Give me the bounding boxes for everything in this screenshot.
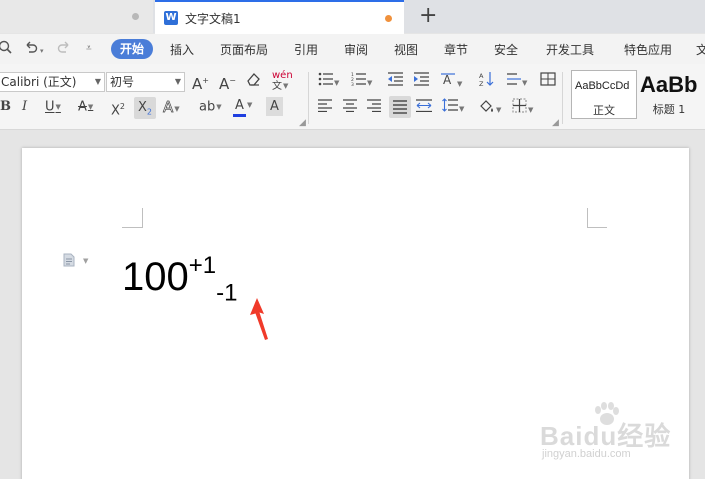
font-size-value: 初号 — [110, 75, 135, 89]
font-color-icon[interactable]: A ▼ — [233, 96, 252, 117]
style-heading-1[interactable]: AaBb 标题 1 — [639, 70, 705, 119]
menu-review[interactable]: 审阅 — [344, 41, 368, 58]
svg-text:3: 3 — [351, 82, 354, 86]
font-size-dropdown-icon: ▼ — [174, 77, 181, 86]
menu-developer[interactable]: 开发工具 — [546, 41, 594, 58]
tab-document[interactable]: W 文字文稿1 — [155, 0, 404, 34]
line-spacing-icon[interactable]: ▼ — [442, 98, 464, 118]
superscript-icon[interactable]: X2 — [111, 98, 125, 120]
menu-security[interactable]: 安全 — [494, 41, 518, 58]
menu-view[interactable]: 视图 — [394, 41, 418, 58]
paragraph-dialog-launcher-icon[interactable]: ◢ — [552, 118, 559, 128]
undo-icon[interactable] — [24, 40, 38, 59]
document-page[interactable]: ▼ 100+1-1 — [22, 148, 689, 479]
tab-status-dot — [132, 13, 139, 20]
ribbon-divider — [562, 72, 563, 124]
style-normal-preview: AaBbCcDd — [575, 80, 630, 92]
expression-text[interactable]: 100+1-1 — [122, 236, 237, 324]
font-dialog-launcher-icon[interactable]: ◢ — [299, 118, 306, 128]
new-tab-button[interactable]: + — [419, 4, 437, 28]
highlight-icon[interactable]: ab▼ — [199, 98, 222, 117]
borders-icon[interactable]: ▼ — [512, 98, 533, 119]
undo-dropdown-icon[interactable]: ▾ — [40, 43, 44, 59]
base-number: 100 — [122, 254, 189, 299]
bullets-icon[interactable]: ▼ — [318, 72, 339, 92]
justify-icon[interactable] — [389, 96, 411, 118]
character-shading-icon[interactable]: A — [266, 97, 283, 116]
menu-page-layout[interactable]: 页面布局 — [220, 41, 268, 58]
redo-icon[interactable] — [57, 40, 71, 59]
clear-formatting-icon[interactable] — [245, 71, 261, 93]
menu-references[interactable]: 引用 — [294, 41, 318, 58]
writer-app-icon: W — [164, 11, 178, 25]
tab-bar: W 文字文稿1 + — [0, 0, 705, 34]
wps-writer-window: W 文字文稿1 + ▾ ⩡ 开始 插入 页面布局 引用 审阅 视图 章节 安全 … — [0, 0, 705, 479]
strikethrough-icon[interactable]: A▼ — [78, 98, 93, 117]
text-direction-icon[interactable]: A ▼ — [440, 71, 462, 93]
font-name-value: Calibri (正文) — [1, 75, 77, 89]
svg-text:A: A — [443, 73, 452, 87]
bold-icon[interactable]: B — [0, 98, 11, 116]
tab-previous[interactable] — [0, 0, 153, 33]
customize-toolbar-icon[interactable]: ⩡ — [86, 41, 92, 57]
paragraph-shading-icon[interactable]: ▼ — [478, 98, 501, 119]
unsaved-indicator-dot — [385, 15, 392, 22]
font-name-select[interactable]: Calibri (正文) ▼ — [0, 72, 105, 92]
svg-text:Z: Z — [479, 80, 484, 87]
red-annotation-arrow — [250, 298, 270, 348]
style-heading-1-label: 标题 1 — [652, 103, 686, 116]
sort-icon[interactable]: AZ — [478, 71, 494, 93]
decrease-indent-icon[interactable] — [387, 72, 403, 92]
document-title: 文字文稿1 — [185, 12, 241, 26]
phonetic-guide-icon[interactable]: wén 文▼ — [272, 71, 293, 92]
numbering-icon[interactable]: 1 2 3 ▼ — [351, 72, 372, 92]
paragraph-handle-dropdown-icon[interactable]: ▼ — [83, 257, 88, 265]
paragraph-spacing-icon[interactable]: ▼ — [505, 72, 527, 92]
underline-icon[interactable]: U▼ — [45, 98, 61, 117]
align-center-icon[interactable] — [343, 99, 357, 118]
menu-bar: ▾ ⩡ 开始 插入 页面布局 引用 审阅 视图 章节 安全 开发工具 特色应用 … — [0, 34, 705, 64]
italic-icon[interactable]: I — [22, 98, 27, 116]
svg-text:A: A — [479, 72, 484, 80]
style-gallery: AaBbCcDd 正文 AaBb 标题 1 — [571, 70, 705, 120]
style-normal[interactable]: AaBbCcDd 正文 — [571, 70, 637, 119]
text-effect-icon[interactable]: A▼ — [163, 98, 180, 118]
preview-icon[interactable] — [0, 40, 12, 59]
style-heading-1-preview: AaBb — [640, 72, 698, 97]
menu-section[interactable]: 章节 — [444, 41, 468, 58]
subscript-icon[interactable]: X2 — [134, 97, 156, 119]
increase-indent-icon[interactable] — [413, 72, 429, 92]
grow-font-icon[interactable]: A+ — [192, 72, 209, 93]
menu-overflow-item[interactable]: 文 — [696, 41, 705, 58]
align-right-icon[interactable] — [367, 99, 381, 118]
menu-home[interactable]: 开始 — [111, 39, 153, 59]
margin-corner-mark — [587, 208, 607, 228]
ribbon-divider — [308, 72, 309, 124]
distributed-align-icon[interactable] — [416, 99, 432, 118]
superscript-text: +1 — [188, 252, 217, 279]
subscript-text: -1 — [216, 279, 238, 307]
shrink-font-icon[interactable]: A− — [219, 72, 236, 93]
menu-special-apps[interactable]: 特色应用 — [624, 41, 672, 58]
margin-corner-mark — [122, 208, 143, 228]
font-name-dropdown-icon: ▼ — [94, 77, 101, 86]
font-size-select[interactable]: 初号 ▼ — [106, 72, 185, 92]
table-grid-icon[interactable] — [540, 72, 556, 92]
align-left-icon[interactable] — [318, 99, 332, 118]
style-normal-label: 正文 — [593, 104, 615, 117]
menu-insert[interactable]: 插入 — [170, 41, 194, 58]
paragraph-handle-icon[interactable] — [63, 252, 75, 267]
